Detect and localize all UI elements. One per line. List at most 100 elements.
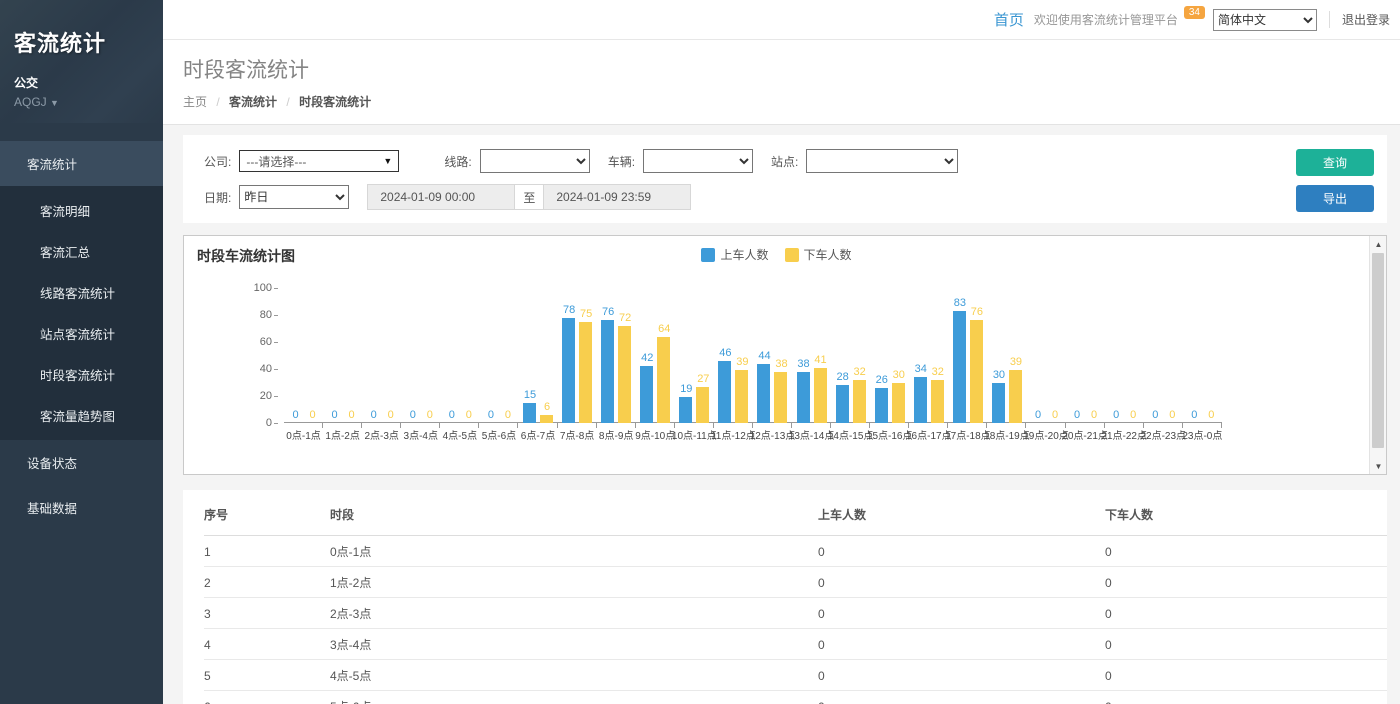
table-cell: 3 [204, 598, 330, 629]
bar[interactable] [718, 361, 731, 423]
header-seq: 序号 [204, 490, 330, 536]
table-row[interactable]: 65点-6点00 [204, 691, 1387, 704]
bar[interactable] [540, 415, 553, 423]
vehicle-select[interactable] [643, 149, 753, 173]
bar-group: 004点-5点 [440, 288, 479, 423]
x-tick-mark [596, 423, 597, 428]
bar[interactable] [774, 372, 787, 423]
bar-group: 303918点-19点 [987, 288, 1026, 423]
table-cell: 0 [1105, 691, 1387, 704]
table-cell: 0 [818, 691, 1105, 704]
bar[interactable] [618, 326, 631, 423]
bar[interactable] [931, 380, 944, 423]
table-cell: 0 [818, 598, 1105, 629]
bar[interactable] [992, 383, 1005, 424]
table-cell: 2点-3点 [330, 598, 818, 629]
x-tick-label: 22点-23点 [1140, 427, 1186, 442]
export-button[interactable]: 导出 [1296, 185, 1374, 212]
table-cell: 5点-6点 [330, 691, 818, 704]
table-cell: 3点-4点 [330, 629, 818, 660]
bar[interactable] [562, 318, 575, 423]
legend-swatch-yellow [785, 248, 799, 262]
bar[interactable] [579, 322, 592, 423]
bar[interactable] [797, 372, 810, 423]
bar[interactable] [657, 337, 670, 423]
y-tick-label: 100 [238, 282, 278, 294]
bar-group: 001点-2点 [323, 288, 362, 423]
bar[interactable] [836, 385, 849, 423]
page-head: 时段客流统计 主页 / 客流统计 / 时段客流统计 [163, 40, 1400, 125]
query-button[interactable]: 查询 [1296, 149, 1374, 176]
chart-container: 时段车流统计图 上车人数 下车人数 020406080100 000点-1点00… [183, 235, 1387, 475]
bar[interactable] [640, 366, 653, 423]
table-row[interactable]: 32点-3点00 [204, 598, 1387, 629]
bar[interactable] [892, 383, 905, 424]
chart-plot-area: 000点-1点001点-2点002点-3点003点-4点004点-5点005点-… [284, 288, 1222, 423]
x-tick-label: 2点-3点 [364, 427, 398, 442]
notification-badge[interactable]: 34 [1184, 6, 1205, 19]
breadcrumb: 主页 / 客流统计 / 时段客流统计 [183, 93, 1400, 110]
bar-group: 003点-4点 [401, 288, 440, 423]
bar-value-label: 0 [1191, 409, 1231, 421]
table-row[interactable]: 10点-1点00 [204, 536, 1387, 567]
scrollbar-thumb[interactable] [1372, 253, 1384, 448]
legend-boarding[interactable]: 上车人数 [701, 246, 768, 263]
bar[interactable] [953, 311, 966, 423]
company-select[interactable]: ---请选择--- ▼ [239, 150, 399, 172]
sidebar-item-passenger-detail[interactable]: 客流明细 [0, 190, 163, 231]
bar[interactable] [735, 370, 748, 423]
header-period: 时段 [330, 490, 818, 536]
period-stats-table: 序号 时段 上车人数 下车人数 10点-1点0021点-2点0032点-3点00… [204, 490, 1387, 704]
station-label: 站点: [771, 153, 798, 170]
sidebar-item-trend-chart[interactable]: 客流量趋势图 [0, 395, 163, 436]
scroll-up-icon[interactable]: ▲ [1370, 236, 1387, 252]
legend-swatch-blue [701, 248, 715, 262]
table-cell: 0 [1105, 598, 1387, 629]
station-select[interactable] [806, 149, 958, 173]
bar-group: 283214点-15点 [831, 288, 870, 423]
sidebar-item-period-stats[interactable]: 时段客流统计 [0, 354, 163, 395]
table-row[interactable]: 21点-2点00 [204, 567, 1387, 598]
welcome-text: 欢迎使用客流统计管理平台 [1034, 11, 1178, 28]
table-header-row: 序号 时段 上车人数 下车人数 [204, 490, 1387, 536]
x-tick-label: 5点-6点 [482, 427, 516, 442]
chart-scrollbar[interactable]: ▲ ▼ [1369, 236, 1386, 474]
bar[interactable] [679, 397, 692, 423]
org-code-dropdown[interactable]: AQGJ ▼ [14, 95, 163, 109]
bar[interactable] [875, 388, 888, 423]
y-tick-label: 20 [238, 390, 278, 402]
sidebar-section-passenger-stats[interactable]: 客流统计 [0, 141, 163, 186]
app-logo-title: 客流统计 [14, 26, 163, 58]
table-cell: 5 [204, 660, 330, 691]
legend-alighting[interactable]: 下车人数 [785, 246, 852, 263]
sidebar-section-device-status[interactable]: 设备状态 [0, 440, 163, 485]
bar[interactable] [914, 377, 927, 423]
bar[interactable] [601, 320, 614, 423]
sidebar-menu: 客流统计 客流明细 客流汇总 线路客流统计 站点客流统计 时段客流统计 客流量趋… [0, 141, 163, 530]
bar[interactable] [696, 387, 709, 423]
breadcrumb-home[interactable]: 主页 [183, 95, 207, 109]
bar[interactable] [853, 380, 866, 423]
sidebar-item-station-stats[interactable]: 站点客流统计 [0, 313, 163, 354]
language-select[interactable]: 简体中文 [1213, 9, 1317, 31]
table-cell: 0 [818, 536, 1105, 567]
date-start-input[interactable]: 2024-01-09 00:00 [367, 184, 515, 210]
table-row[interactable]: 54点-5点00 [204, 660, 1387, 691]
sidebar-section-base-data[interactable]: 基础数据 [0, 485, 163, 530]
table-cell: 0 [1105, 660, 1387, 691]
table-cell: 0 [818, 629, 1105, 660]
org-name: 公交 [14, 74, 163, 91]
scroll-down-icon[interactable]: ▼ [1370, 458, 1387, 474]
table-row[interactable]: 43点-4点00 [204, 629, 1387, 660]
sidebar-submenu: 客流明细 客流汇总 线路客流统计 站点客流统计 时段客流统计 客流量趋势图 [0, 186, 163, 440]
bar[interactable] [757, 364, 770, 423]
x-tick-label: 1点-2点 [325, 427, 359, 442]
date-preset-select[interactable]: 昨日 [239, 185, 349, 209]
line-select[interactable] [480, 149, 590, 173]
logout-link[interactable]: 退出登录 [1329, 11, 1390, 28]
breadcrumb-parent[interactable]: 客流统计 [229, 95, 277, 109]
home-link[interactable]: 首页 [994, 9, 1024, 30]
sidebar-item-passenger-summary[interactable]: 客流汇总 [0, 231, 163, 272]
sidebar-item-line-stats[interactable]: 线路客流统计 [0, 272, 163, 313]
date-end-input[interactable]: 2024-01-09 23:59 [543, 184, 691, 210]
